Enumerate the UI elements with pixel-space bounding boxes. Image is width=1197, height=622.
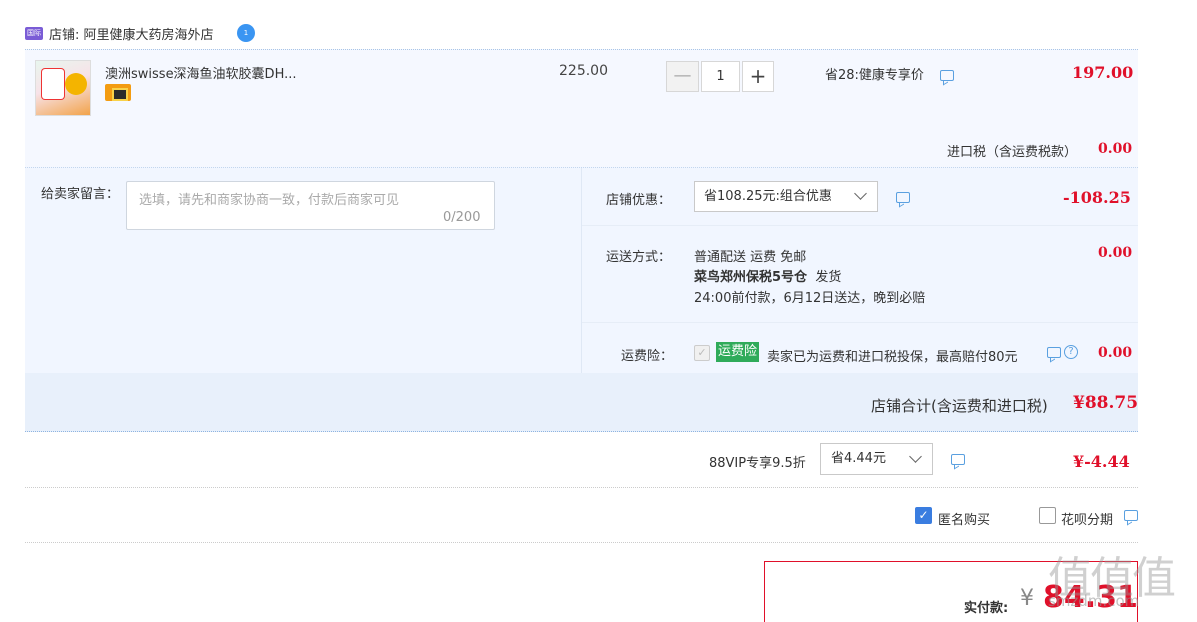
product-name-link[interactable]: 澳洲swisse深海鱼油软胶囊DH... <box>105 63 297 82</box>
payment-currency: ¥ <box>1020 586 1034 611</box>
divider <box>25 542 1138 543</box>
shipping-insurance-label: 运费险： <box>621 349 674 364</box>
import-tax-label: 进口税（含运费税款） <box>947 145 1078 160</box>
unit-price: 225.00 <box>559 63 608 79</box>
huabei-installment-checkbox[interactable] <box>1039 507 1056 524</box>
vip-discount-label: 88VIP专享9.5折 <box>709 456 806 471</box>
watermark-url: smzdm.com <box>1048 592 1140 610</box>
help-icon[interactable]: ? <box>1064 345 1078 359</box>
warehouse-name: 菜鸟郑州保税5号仓 <box>694 270 808 285</box>
tmall-global-icon: 国际 <box>25 27 43 40</box>
product-thumbnail[interactable] <box>35 60 91 116</box>
divider <box>581 168 582 373</box>
quantity-decrease-button[interactable]: — <box>666 61 699 92</box>
anonymous-purchase-checkbox[interactable]: ✓ <box>915 507 932 524</box>
payment-card-icon <box>105 84 131 101</box>
store-coupon-selected: 省108.25元:组合优惠 <box>704 189 832 204</box>
shipping-fee: 0.00 <box>1098 245 1133 261</box>
huabei-installment-label[interactable]: 花呗分期 <box>1061 509 1113 528</box>
quantity-increase-button[interactable]: + <box>742 61 774 92</box>
shipping-method-label: 运送方式： <box>606 250 672 265</box>
store-coupon-label: 店铺优惠： <box>606 193 672 208</box>
seller-message-counter: 0/200 <box>443 210 481 225</box>
divider <box>25 487 1138 488</box>
quantity-input[interactable]: 1 <box>701 61 740 92</box>
chevron-down-icon <box>854 187 867 200</box>
store-coupon-select[interactable]: 省108.25元:组合优惠 <box>694 181 878 212</box>
store-coupon-value: -108.25 <box>1063 188 1131 207</box>
seller-message-placeholder: 选填，请先和商家协商一致，付款后商家可见 <box>139 193 400 208</box>
shipping-warehouse: 菜鸟郑州保税5号仓 发货 <box>694 266 841 285</box>
shipping-method-text: 普通配送 运费 免邮 <box>694 250 807 265</box>
dispatch-text: 发货 <box>815 270 842 285</box>
seller-message-label: 给卖家留言： <box>41 187 120 202</box>
vip-discount-value: ¥-4.44 <box>1073 452 1130 471</box>
shipping-insurance-checkbox[interactable]: ✓ <box>694 345 710 361</box>
chat-icon[interactable] <box>1124 510 1138 521</box>
chat-icon[interactable] <box>940 70 954 81</box>
chat-icon[interactable] <box>1047 347 1061 358</box>
chat-icon[interactable] <box>896 192 910 203</box>
store-total-label: 店铺合计(含运费和进口税) <box>871 397 1048 415</box>
shipping-insurance-badge: 运费险 <box>716 342 760 362</box>
store-name-link[interactable]: 店铺: 阿里健康大药房海外店 <box>49 24 214 43</box>
product-jar-image <box>42 69 64 99</box>
vip-discount-select[interactable]: 省4.44元 <box>820 443 933 475</box>
divider <box>582 225 1138 226</box>
chat-icon[interactable] <box>951 454 965 465</box>
chevron-down-icon <box>909 450 922 463</box>
import-tax-value: 0.00 <box>1098 141 1133 157</box>
store-total-value: ¥88.75 <box>1073 393 1139 413</box>
item-total-price: 197.00 <box>1072 63 1134 82</box>
payment-label: 实付款: <box>964 601 1009 616</box>
vip-discount-selected: 省4.44元 <box>831 451 886 466</box>
shipping-insurance-text: 卖家已为运费和进口税投保，最高赔付80元 <box>767 350 1018 365</box>
item-promo-text: 省28:健康专享价 <box>825 68 924 83</box>
divider <box>582 322 1138 323</box>
verified-badge-icon[interactable]: 1 <box>237 24 255 42</box>
shipping-insurance-value: 0.00 <box>1098 345 1133 361</box>
delivery-promise: 24:00前付款，6月12日送达，晚到必赔 <box>694 291 926 306</box>
anonymous-purchase-label[interactable]: 匿名购买 <box>938 509 990 528</box>
discount-tag-image <box>65 73 87 95</box>
